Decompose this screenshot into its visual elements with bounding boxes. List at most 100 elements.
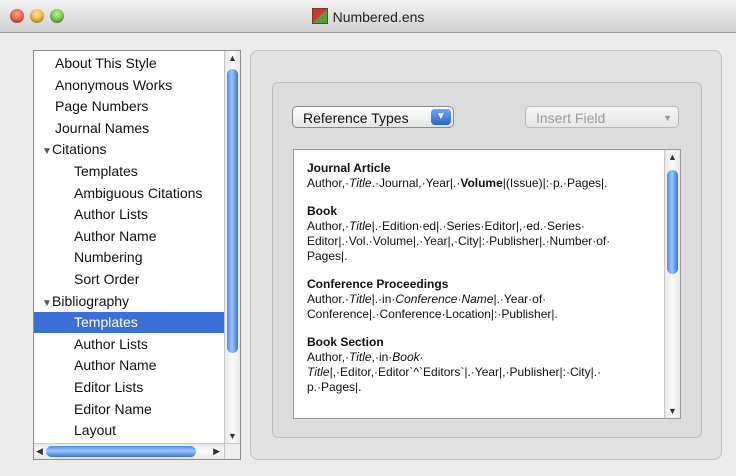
template-text: Conference|.·Conference·Location|:·Publi… — [307, 307, 558, 321]
insert-field-arrow-icon: ▼ — [663, 113, 672, 123]
template-text: Author.· — [307, 292, 350, 306]
template-entry[interactable]: Book Section Author,·Title,·in·Book· Title… — [307, 335, 657, 395]
sidebar-item[interactable]: Sort Order — [34, 269, 224, 290]
disclosure-triangle-icon[interactable]: ▼ — [42, 141, 52, 162]
template-entry[interactable]: Book Author,·Title|.·Edition·ed|.·Series·… — [307, 204, 657, 264]
template-entry-title: Journal Article — [307, 161, 391, 175]
sidebar-item[interactable]: Editor Name — [34, 399, 224, 420]
sidebar-item-label: Anonymous Works — [55, 76, 173, 93]
scroll-right-arrow-icon[interactable]: ▶ — [213, 446, 220, 457]
template-line: Editor|.·Vol.·Volume|.·Year|,·City|:·Pub… — [307, 234, 657, 249]
template-text: Pages|. — [307, 249, 348, 263]
insert-field-label: Insert Field — [536, 110, 606, 126]
template-italic-field: Title — [349, 292, 372, 306]
editor-scroll-up-icon[interactable]: ▲ — [668, 152, 677, 162]
sidebar-item[interactable]: Author Lists — [34, 204, 224, 225]
sidebar-item[interactable]: Author Name — [34, 226, 224, 247]
sidebar-horizontal-scroll-thumb[interactable] — [46, 446, 196, 457]
template-bold-field: Volume — [460, 176, 503, 190]
sidebar-item-label: Numbering — [74, 249, 143, 266]
sidebar-item-label: Author Lists — [74, 335, 148, 352]
template-line: Author,·Title,·in·Book· — [307, 350, 657, 365]
dropdown-arrow-icon: ▼ — [431, 109, 451, 125]
template-entry-title: Book Section — [307, 335, 384, 349]
insert-field-dropdown[interactable]: Insert Field ▼ — [525, 106, 679, 128]
sidebar-item[interactable]: Page Numbers — [34, 96, 224, 117]
template-line: Conference|.·Conference·Location|:·Publi… — [307, 307, 657, 322]
scroll-left-arrow-icon[interactable]: ◀ — [36, 446, 43, 457]
sidebar-item-label: Author Lists — [74, 206, 148, 223]
template-text: Author,· — [307, 350, 350, 364]
sidebar-vertical-scroll-thumb[interactable] — [227, 69, 238, 353]
editor-scroll-down-icon[interactable]: ▼ — [668, 406, 677, 416]
template-line: Pages|. — [307, 249, 657, 264]
sidebar-item[interactable]: ▼Citations — [34, 139, 224, 160]
sidebar-item[interactable]: ▼Bibliography — [34, 291, 224, 312]
template-text: p.·Pages|. — [307, 380, 362, 394]
scroll-down-arrow-icon[interactable]: ▼ — [228, 431, 237, 441]
template-entry-title: Conference Proceedings — [307, 277, 449, 291]
sidebar-item[interactable]: Layout — [34, 420, 224, 441]
template-entry-title: Book — [307, 204, 337, 218]
template-italic-field: Title — [349, 176, 372, 190]
sidebar-item[interactable]: Anonymous Works — [34, 75, 224, 96]
sidebar-item-label: Bibliography — [52, 292, 130, 309]
template-italic-field: Book· — [392, 350, 424, 364]
sidebar-item-label: Sort Order — [74, 271, 140, 287]
sidebar-item[interactable]: Author Name — [34, 355, 224, 376]
template-editor-scroll-thumb[interactable] — [667, 170, 678, 274]
template-text: |.·Year·of· — [493, 292, 547, 306]
scroll-corner — [224, 443, 240, 459]
sidebar-item-label: Editor Name — [74, 400, 152, 417]
sidebar-item-label: Page Numbers — [55, 98, 149, 115]
template-text: .·Journal,·Year|.· — [371, 176, 461, 190]
sidebar-vertical-scrollbar[interactable]: ▲ ▼ — [224, 51, 240, 443]
template-italic-field: Conference·Name — [395, 292, 494, 306]
scroll-up-arrow-icon[interactable]: ▲ — [228, 53, 237, 63]
sidebar-item-label: Citations — [52, 141, 107, 158]
sidebar-item-label: Templates — [74, 314, 138, 331]
template-entry[interactable]: Journal Article Author,·Title.·Journal,·Y… — [307, 161, 657, 191]
sidebar-horizontal-scrollbar[interactable]: ◀ ▶ — [34, 443, 224, 459]
reference-types-label: Reference Types — [303, 110, 409, 126]
sidebar-item[interactable]: Author Lists — [34, 334, 224, 355]
template-line: Author,·Title.·Journal,·Year|.·Volume|(I… — [307, 176, 657, 191]
template-entry[interactable]: Conference Proceedings Author.·Title|.·in… — [307, 277, 657, 322]
template-text: Author,· — [307, 219, 350, 233]
sidebar-item[interactable]: Templates — [34, 312, 224, 334]
document-icon — [311, 8, 328, 24]
sidebar-item-label: Templates — [74, 163, 138, 179]
sidebar-item-label: Author Name — [74, 227, 157, 244]
template-text: |,·Editor,·Editor`^`Editors`|.·Year|,·Pu… — [329, 365, 602, 379]
sidebar-item-label: About This Style — [55, 55, 157, 71]
template-italic-field: Title — [349, 350, 372, 364]
sidebar-item-label: Author Name — [74, 357, 157, 374]
window-title: Numbered.ens — [0, 8, 736, 25]
template-italic-field: Title — [307, 365, 330, 379]
template-text: Author,· — [307, 176, 350, 190]
template-text: |.·in· — [371, 292, 396, 306]
window-titlebar: Numbered.ens — [0, 0, 736, 33]
template-text: |(Issue)|:·p.·Pages|. — [502, 176, 608, 190]
reference-types-dropdown[interactable]: Reference Types ▼ — [292, 106, 454, 128]
template-line: Author.·Title|.·in·Conference·Name|.·Yea… — [307, 292, 657, 307]
sidebar-item[interactable]: About This Style — [34, 53, 224, 74]
template-text: ,·in· — [371, 350, 393, 364]
template-editor[interactable]: Journal Article Author,·Title.·Journal,·Y… — [293, 149, 681, 419]
template-line: Title|,·Editor,·Editor`^`Editors`|.·Year… — [307, 365, 657, 380]
disclosure-triangle-icon[interactable]: ▼ — [42, 293, 52, 314]
sidebar-item-label: Ambiguous Citations — [74, 184, 203, 201]
sidebar-items: About This Style Anonymous Works Page Numb… — [34, 51, 224, 443]
sidebar-item[interactable]: Numbering — [34, 247, 224, 268]
sidebar-item[interactable]: Templates — [34, 161, 224, 182]
template-editor-scrollbar[interactable]: ▲ ▼ — [664, 150, 680, 418]
template-line: Author,·Title|.·Edition·ed|.·Series·Edit… — [307, 219, 657, 234]
template-text: |.·Edition·ed|.·Series·Editor|,·ed.·Seri… — [371, 219, 586, 233]
sidebar-item[interactable]: Ambiguous Citations — [34, 183, 224, 204]
style-sections-list: About This Style Anonymous Works Page Numb… — [33, 50, 241, 460]
sidebar-item[interactable]: Journal Names — [34, 118, 224, 139]
template-entries: Journal Article Author,·Title.·Journal,·Y… — [307, 161, 657, 408]
sidebar-item-label: Layout — [74, 422, 117, 439]
template-line: p.·Pages|. — [307, 380, 657, 395]
sidebar-item[interactable]: Editor Lists — [34, 377, 224, 398]
